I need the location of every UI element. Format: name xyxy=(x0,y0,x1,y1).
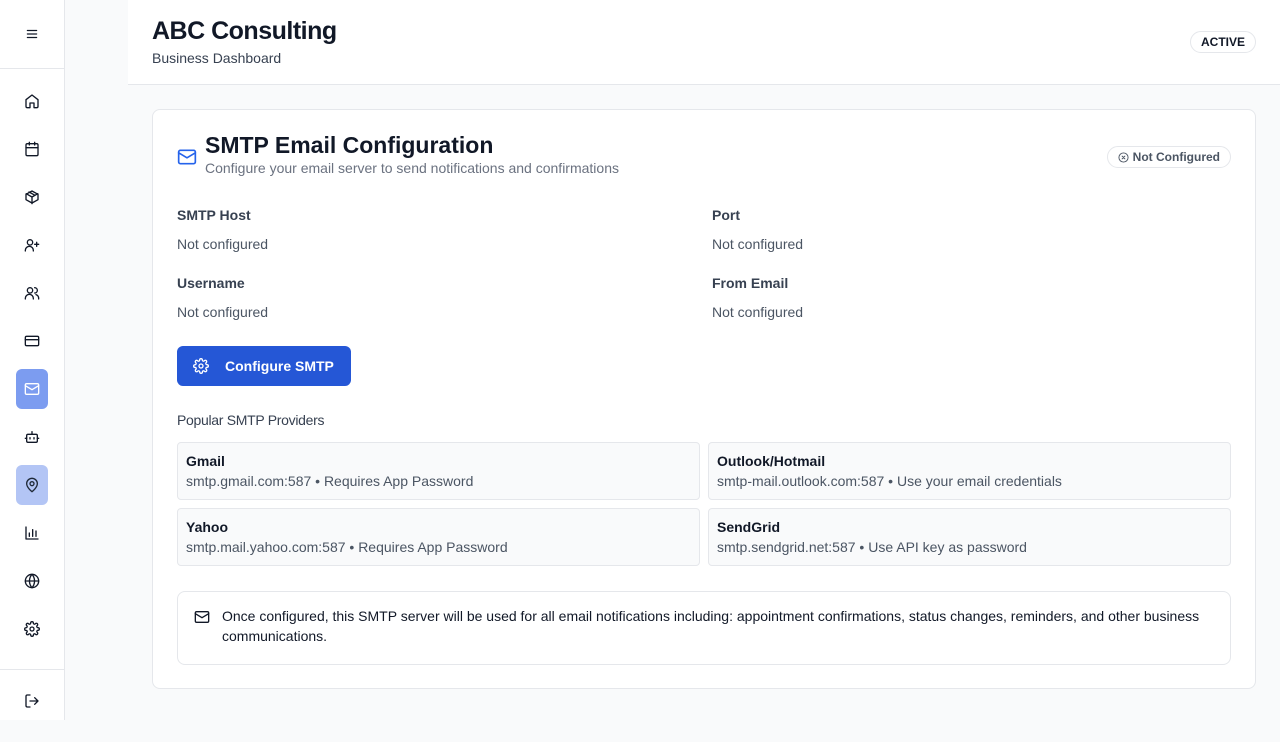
sidebar-item-billing[interactable] xyxy=(16,325,48,357)
sidebar-nav xyxy=(16,85,48,661)
page-header: ABC Consulting Business Dashboard ACTIVE xyxy=(128,0,1280,85)
globe-icon xyxy=(24,573,40,589)
sidebar-item-bot[interactable] xyxy=(16,421,48,453)
sidebar-item-analytics[interactable] xyxy=(16,517,48,549)
smtp-host-value: Not configured xyxy=(177,236,269,252)
config-status-badge: Not Configured xyxy=(1106,146,1231,168)
package-icon xyxy=(25,190,39,205)
provider-card-yahoo: Yahoo smtp.mail.yahoo.com:587 • Requires… xyxy=(177,508,700,566)
info-notice: Once configured, this SMTP server will b… xyxy=(177,591,1231,665)
mail-icon xyxy=(24,383,40,395)
logout-icon xyxy=(25,694,39,708)
user-plus-icon xyxy=(24,239,40,252)
smtp-config-card: SMTP Email Configuration Configure your … xyxy=(152,109,1256,689)
sidebar-item-users[interactable] xyxy=(16,277,48,309)
card-subtitle: Configure your email server to send noti… xyxy=(205,160,619,176)
users-icon xyxy=(24,287,40,300)
provider-detail: smtp.sendgrid.net:587 • Use API key as p… xyxy=(717,539,1027,555)
from-email-value: Not configured xyxy=(712,304,804,320)
provider-name: Gmail xyxy=(186,453,225,469)
business-name: ABC Consulting xyxy=(152,17,337,45)
card-title: SMTP Email Configuration xyxy=(205,132,494,158)
x-circle-icon xyxy=(1118,151,1129,163)
provider-card-sendgrid: SendGrid smtp.sendgrid.net:587 • Use API… xyxy=(708,508,1231,566)
logout-button[interactable] xyxy=(22,691,42,711)
sidebar-item-email[interactable] xyxy=(16,369,48,409)
port-value: Not configured xyxy=(712,236,804,252)
username-label: Username xyxy=(177,275,245,291)
credit-card-icon xyxy=(24,335,40,347)
settings-icon xyxy=(193,358,209,374)
sidebar-item-locations[interactable] xyxy=(16,465,48,505)
map-pin-icon xyxy=(26,477,38,493)
mail-icon xyxy=(194,609,210,630)
menu-icon[interactable] xyxy=(16,18,48,50)
bar-chart-icon xyxy=(25,526,39,540)
from-email-label: From Email xyxy=(712,275,789,291)
home-icon xyxy=(25,94,39,109)
notice-text: Once configured, this SMTP server will b… xyxy=(222,608,1200,644)
username-value: Not configured xyxy=(177,304,269,320)
settings-icon xyxy=(24,621,40,637)
sidebar-item-settings[interactable] xyxy=(16,613,48,645)
sidebar-footer xyxy=(0,669,64,720)
provider-detail: smtp.gmail.com:587 • Requires App Passwo… xyxy=(186,473,474,489)
port-label: Port xyxy=(712,207,740,223)
provider-detail: smtp.mail.yahoo.com:587 • Requires App P… xyxy=(186,539,508,555)
sidebar-header xyxy=(0,0,64,69)
sidebar-item-website[interactable] xyxy=(16,565,48,597)
configure-smtp-button[interactable]: Configure SMTP xyxy=(177,346,351,386)
sidebar-item-add-user[interactable] xyxy=(16,229,48,261)
config-status-label: Not Configured xyxy=(1132,150,1220,164)
bot-icon xyxy=(24,431,40,443)
provider-name: Yahoo xyxy=(186,519,229,535)
sidebar xyxy=(0,0,65,720)
providers-heading: Popular SMTP Providers xyxy=(177,412,325,428)
provider-name: Outlook/Hotmail xyxy=(717,453,826,469)
provider-card-outlook: Outlook/Hotmail smtp-mail.outlook.com:58… xyxy=(708,442,1231,500)
smtp-host-label: SMTP Host xyxy=(177,207,251,223)
sidebar-item-calendar[interactable] xyxy=(16,133,48,165)
calendar-icon xyxy=(25,141,39,157)
mail-icon xyxy=(177,147,197,172)
provider-card-gmail: Gmail smtp.gmail.com:587 • Requires App … xyxy=(177,442,700,500)
sidebar-item-packages[interactable] xyxy=(16,181,48,213)
page-subtitle: Business Dashboard xyxy=(152,50,282,66)
provider-detail: smtp-mail.outlook.com:587 • Use your ema… xyxy=(717,473,1062,489)
provider-name: SendGrid xyxy=(717,519,781,535)
sidebar-item-home[interactable] xyxy=(16,85,48,117)
configure-smtp-label: Configure SMTP xyxy=(225,358,334,374)
status-badge: ACTIVE xyxy=(1189,31,1256,53)
